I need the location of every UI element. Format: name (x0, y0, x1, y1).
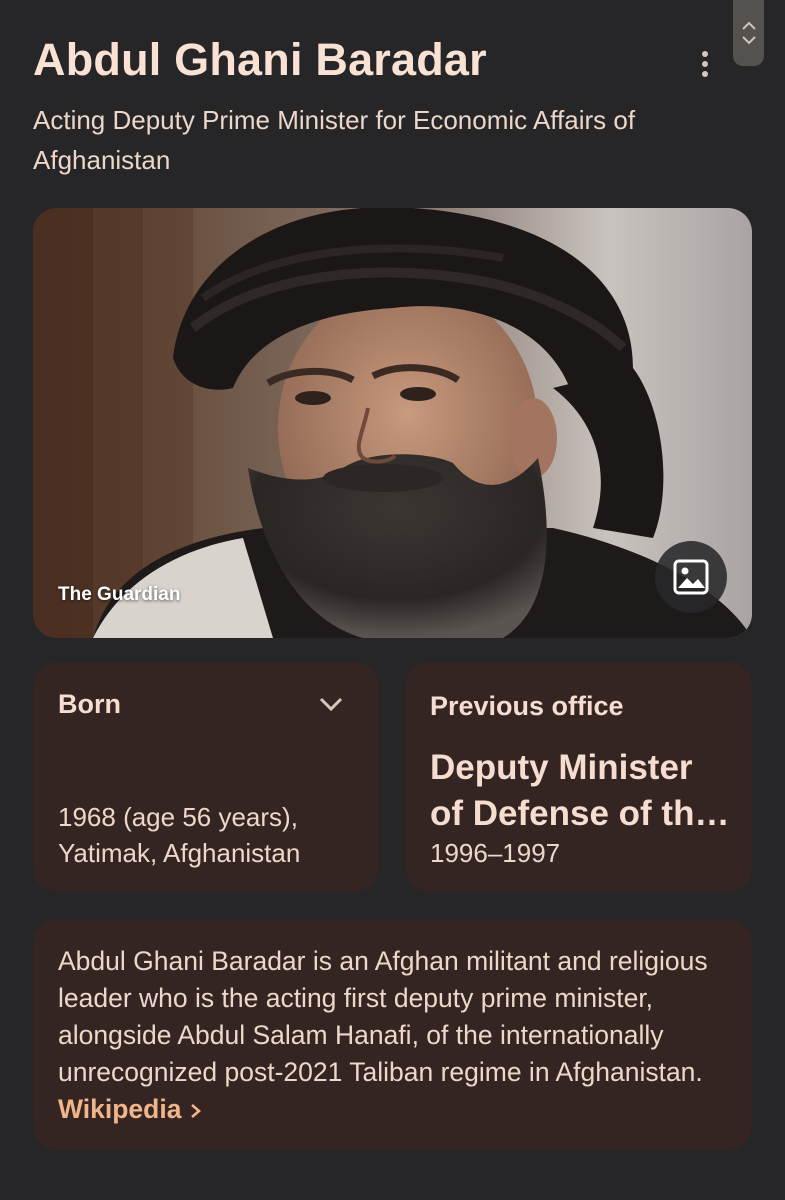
portrait-photo[interactable] (33, 208, 752, 638)
photo-source-caption: The Guardian (58, 584, 181, 605)
entity-title: Abdul Ghani Baradar (33, 34, 487, 85)
chevron-up-icon[interactable] (741, 21, 757, 31)
description-text: Abdul Ghani Baradar is an Afghan militan… (58, 946, 708, 1124)
chevron-down-icon[interactable] (741, 35, 757, 45)
previous-office-years: 1996–1997 (430, 838, 561, 868)
born-place: Yatimak, Afghanistan (58, 838, 301, 868)
image-icon (673, 559, 709, 595)
more-options-button[interactable] (690, 46, 720, 82)
view-images-button[interactable] (655, 541, 727, 613)
born-label: Born (58, 689, 121, 719)
portrait-image (33, 208, 752, 638)
wikipedia-link[interactable]: Wikipedia (58, 1094, 203, 1124)
born-date: 1968 (age 56 years), (58, 802, 298, 832)
entity-subtitle: Acting Deputy Prime Minister for Economi… (33, 105, 636, 175)
chevron-right-icon (190, 1104, 201, 1118)
scroll-control[interactable] (733, 0, 764, 66)
previous-office-title: Deputy Minister of Defense of th… (430, 748, 730, 833)
previous-office-label: Previous office (430, 691, 624, 721)
more-vert-icon (702, 51, 708, 57)
chevron-down-icon[interactable] (315, 688, 347, 720)
